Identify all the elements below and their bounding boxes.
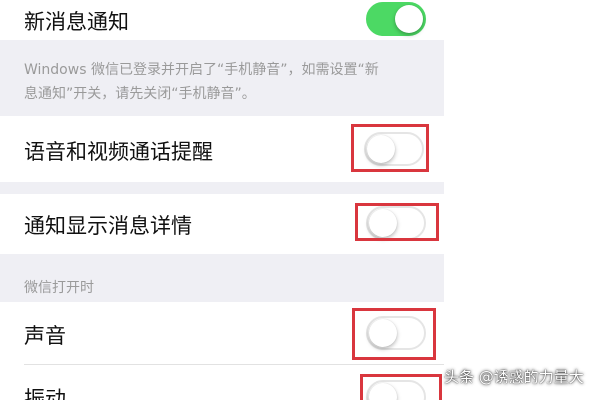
message-details-label: 通知显示消息详情 [24, 214, 192, 238]
call-reminder-highlight-box [351, 124, 429, 172]
windows-login-note-line-2: 息通知”开关，请先关闭“手机静音”。 [24, 86, 256, 102]
new-message-notification-label: 新消息通知 [24, 10, 129, 34]
sound-highlight-box [352, 308, 436, 360]
when-open-section-header: 微信打开时 [24, 280, 94, 296]
windows-login-note-line-1: Windows 微信已登录并开启了“手机静音”，如需设置“新 [24, 62, 379, 78]
toggle-knob [395, 5, 423, 33]
call-reminder-label: 语音和视频通话提醒 [24, 140, 213, 164]
message-details-highlight-box [355, 203, 439, 241]
vibration-label: 振动 [24, 387, 66, 400]
sound-label: 声音 [24, 324, 66, 348]
new-message-notification-toggle[interactable] [366, 2, 426, 36]
vibration-highlight-box [360, 374, 442, 400]
watermark: 头条 @诱惑的力量大 [444, 368, 584, 386]
new-message-notification-row[interactable]: 新消息通知 [0, 0, 444, 40]
windows-login-note: Windows 微信已登录并开启了“手机静音”，如需设置“新 息通知”开关，请先… [24, 58, 448, 106]
wechat-notification-settings-screen: 新消息通知 Windows 微信已登录并开启了“手机静音”，如需设置“新 息通知… [0, 0, 600, 400]
section-gap [0, 182, 444, 194]
